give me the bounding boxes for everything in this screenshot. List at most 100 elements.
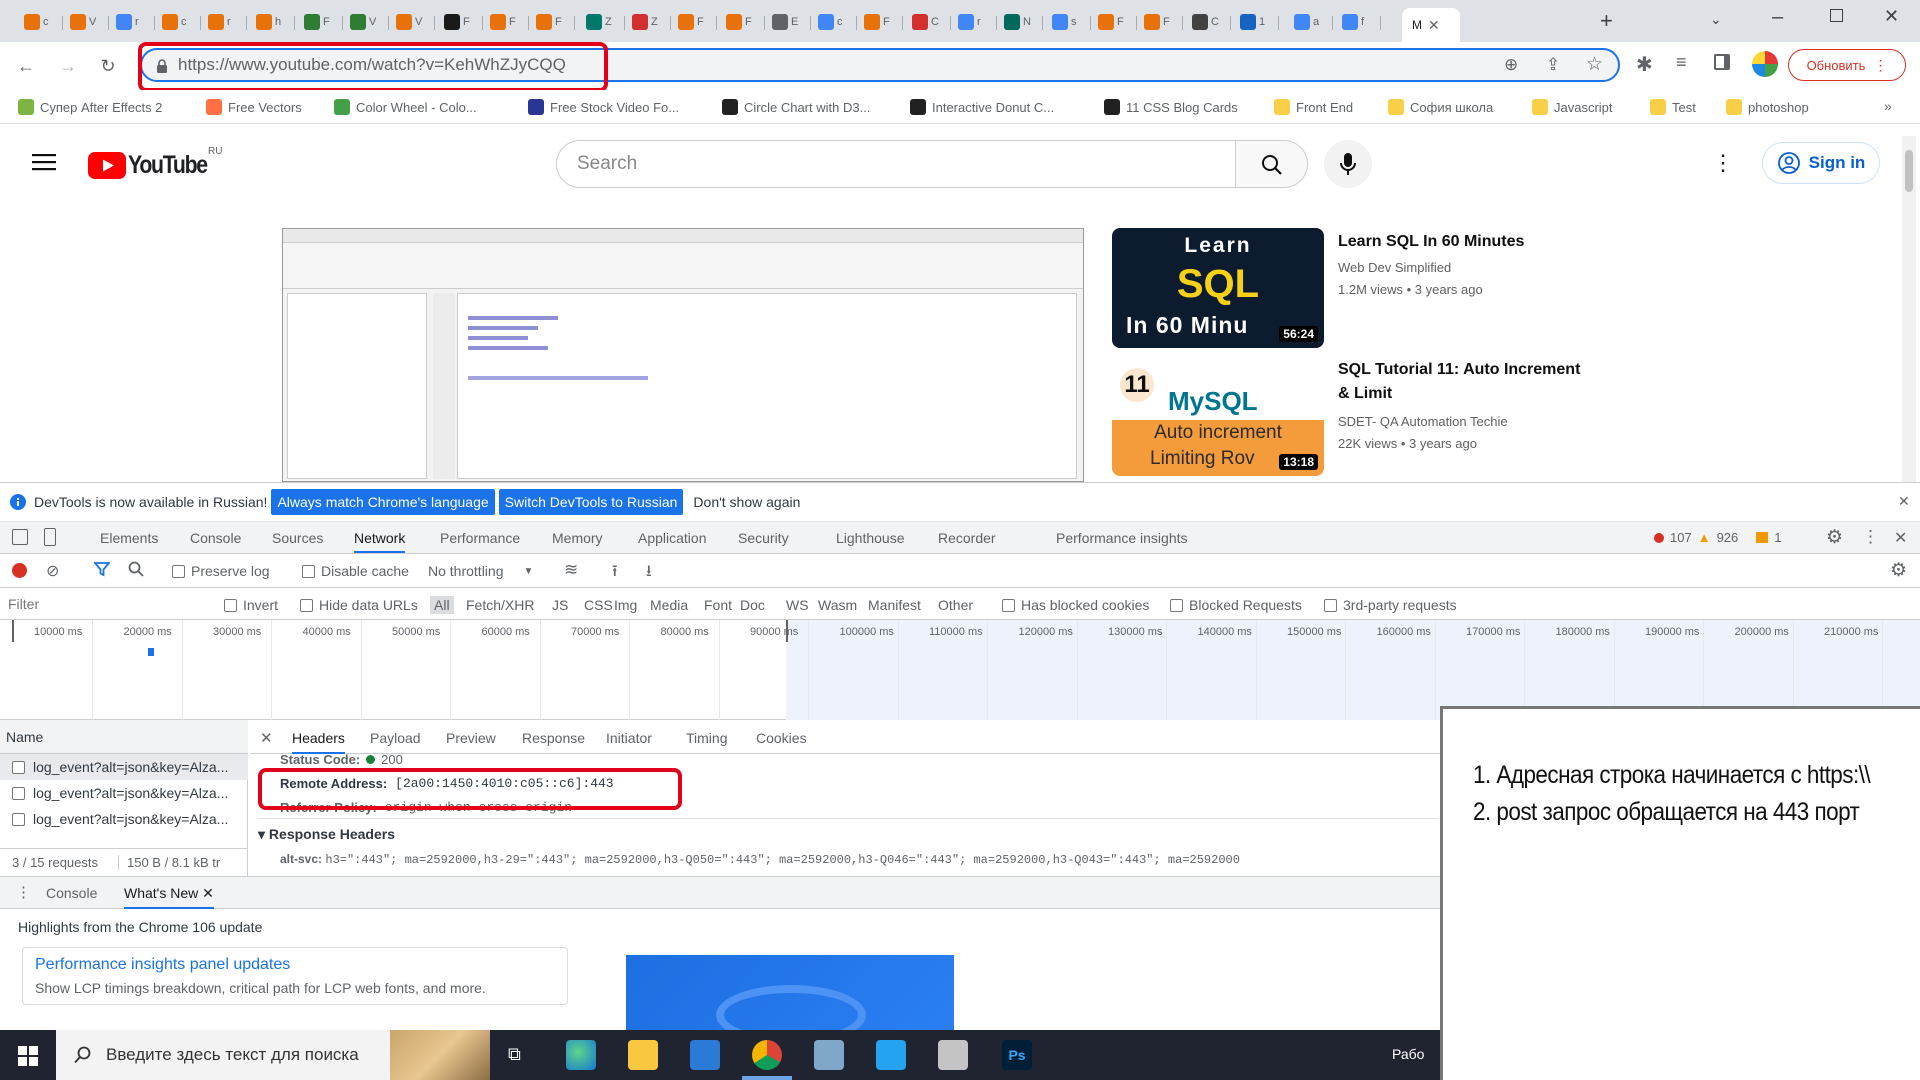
device-toolbar-icon[interactable] — [44, 528, 56, 546]
detail-tab-headers[interactable]: Headers — [292, 730, 345, 754]
detail-tab-cookies[interactable]: Cookies — [756, 730, 807, 746]
response-headers-section[interactable]: ▾ Response Headers — [258, 826, 395, 843]
type-filter-js[interactable]: JS — [552, 597, 568, 613]
side-panel-icon[interactable] — [1714, 54, 1730, 70]
bookmark-item[interactable]: photoshop — [1726, 99, 1809, 115]
chrome-icon[interactable] — [752, 1040, 782, 1070]
browser-tab[interactable]: V — [64, 8, 98, 36]
reload-icon[interactable]: ↻ — [96, 54, 120, 78]
devtools-tab-lighthouse[interactable]: Lighthouse — [836, 530, 905, 546]
file-explorer-icon[interactable] — [628, 1040, 658, 1070]
switch-russian-button[interactable]: Switch DevTools to Russian — [498, 489, 684, 515]
browser-tab[interactable]: F — [438, 8, 472, 36]
has-blocked-cookies-checkbox[interactable]: Has blocked cookies — [1002, 597, 1149, 613]
type-filter-ws[interactable]: WS — [786, 597, 809, 613]
reading-list-icon[interactable]: ≡ — [1676, 52, 1687, 73]
profile-avatar[interactable] — [1752, 51, 1778, 77]
minimize-icon[interactable]: – — [1772, 6, 1783, 29]
infobar-close-icon[interactable]: ✕ — [1898, 493, 1910, 510]
browser-tab[interactable]: F — [1092, 8, 1126, 36]
rec-channel-1[interactable]: Web Dev Simplified — [1338, 258, 1451, 278]
drawer-tab-close-icon[interactable]: ✕ — [202, 885, 214, 901]
inspect-element-icon[interactable] — [12, 529, 28, 545]
export-har-icon[interactable]: ⭳ — [646, 560, 652, 587]
forward-icon[interactable]: → — [56, 54, 80, 78]
taskbar-search[interactable]: Введите здесь текст для поиска — [56, 1030, 490, 1080]
details-close-icon[interactable]: ✕ — [260, 729, 273, 747]
vscode-icon[interactable] — [876, 1040, 906, 1070]
type-filter-media[interactable]: Media — [650, 597, 688, 613]
browser-tab[interactable]: F — [720, 8, 754, 36]
bookmark-item[interactable]: София школа — [1388, 99, 1493, 115]
bookmark-item[interactable]: Color Wheel - Colo... — [334, 99, 477, 115]
type-filter-other[interactable]: Other — [938, 597, 973, 613]
youtube-search-input[interactable]: Search — [556, 140, 1236, 188]
browser-tab[interactable]: F — [530, 8, 564, 36]
task-view-icon[interactable]: ⧉ — [508, 1044, 521, 1065]
import-har-icon[interactable]: ⭱ — [612, 560, 618, 587]
browser-tab[interactable]: N — [998, 8, 1032, 36]
share-icon[interactable]: ⇪ — [1546, 55, 1560, 75]
bookmark-item[interactable]: Javascript — [1532, 99, 1613, 115]
browser-tab[interactable]: s — [1046, 8, 1080, 36]
devtools-tab-memory[interactable]: Memory — [552, 530, 603, 546]
browser-tab[interactable]: h — [250, 8, 284, 36]
browser-tab[interactable]: C — [1186, 8, 1220, 36]
browser-tab[interactable]: Z — [580, 8, 614, 36]
search-network-icon[interactable] — [128, 561, 144, 577]
detail-tab-response[interactable]: Response — [522, 730, 585, 746]
update-button[interactable]: Обновить ⋮ — [1788, 49, 1906, 81]
type-filter-doc[interactable]: Doc — [740, 597, 765, 613]
card-title[interactable]: Performance insights panel updates — [35, 956, 290, 974]
video-player[interactable] — [282, 228, 1084, 482]
devtools-tab-recorder[interactable]: Recorder — [938, 530, 996, 546]
network-settings-icon[interactable]: ⚙ — [1890, 559, 1907, 582]
type-filter-fetchxhr[interactable]: Fetch/XHR — [466, 597, 534, 613]
filter-input[interactable] — [4, 592, 214, 616]
youtube-logo[interactable]: YouTube — [88, 151, 221, 180]
browser-tab[interactable]: F — [298, 8, 332, 36]
tab-search-icon[interactable]: ⌄ — [1710, 11, 1722, 28]
devtools-tab-performance[interactable]: Performance — [440, 530, 520, 546]
match-language-button[interactable]: Always match Chrome's language — [271, 489, 495, 515]
browser-tab[interactable]: f — [1336, 8, 1370, 36]
type-filter-all[interactable]: All — [430, 596, 454, 614]
disable-cache-checkbox[interactable]: Disable cache — [302, 563, 409, 579]
bookmark-item[interactable]: Супер After Effects 2 — [18, 99, 162, 115]
browser-tab[interactable]: r — [202, 8, 236, 36]
browser-tab[interactable]: F — [484, 8, 518, 36]
bookmark-item[interactable]: Free Vectors — [206, 99, 302, 115]
bookmark-item[interactable]: Circle Chart with D3... — [722, 99, 870, 115]
browser-tab[interactable]: F — [858, 8, 892, 36]
blocked-requests-checkbox[interactable]: Blocked Requests — [1170, 597, 1302, 613]
devtools-close-icon[interactable]: ✕ — [1894, 528, 1907, 548]
rec-channel-2[interactable]: SDET- QA Automation Techie — [1338, 412, 1508, 432]
detail-tab-initiator[interactable]: Initiator — [606, 730, 652, 746]
browser-tab[interactable]: F — [1138, 8, 1172, 36]
browser-tab[interactable]: V — [390, 8, 424, 36]
bookmark-item[interactable]: Front End — [1274, 99, 1353, 115]
clear-icon[interactable]: ⊘ — [46, 561, 59, 581]
voice-search-button[interactable] — [1324, 140, 1372, 188]
whats-new-card[interactable]: Performance insights panel updates Show … — [22, 947, 568, 1005]
windows-start-icon[interactable] — [18, 1046, 38, 1066]
browser-tab[interactable]: F — [672, 8, 706, 36]
type-filter-wasm[interactable]: Wasm — [818, 597, 857, 613]
bookmark-item[interactable]: Free Stock Video Fo... — [528, 99, 679, 115]
drawer-tab-whats-new[interactable]: What's New ✕ — [124, 885, 214, 909]
maximize-icon[interactable] — [1830, 9, 1843, 22]
type-filter-font[interactable]: Font — [704, 597, 732, 613]
detail-tab-timing[interactable]: Timing — [686, 730, 728, 746]
browser-tab[interactable]: c — [812, 8, 846, 36]
issue-counters[interactable]: 107 ▲ 926 1 — [1654, 530, 1782, 545]
record-icon[interactable] — [12, 563, 27, 578]
request-row-3[interactable]: log_event?alt=json&key=Alza... — [0, 806, 248, 832]
settings-more-icon[interactable]: ⋮ — [1712, 150, 1734, 176]
preserve-log-checkbox[interactable]: Preserve log — [172, 563, 270, 579]
type-filter-css[interactable]: CSS — [584, 597, 613, 613]
rec-title-1[interactable]: Learn SQL In 60 Minutes — [1338, 230, 1598, 254]
name-column-header[interactable]: Name — [0, 720, 248, 754]
bookmarks-overflow-icon[interactable]: » — [1884, 98, 1892, 114]
bookmark-item[interactable]: 11 CSS Blog Cards — [1104, 99, 1238, 115]
type-filter-img[interactable]: Img — [614, 597, 637, 613]
